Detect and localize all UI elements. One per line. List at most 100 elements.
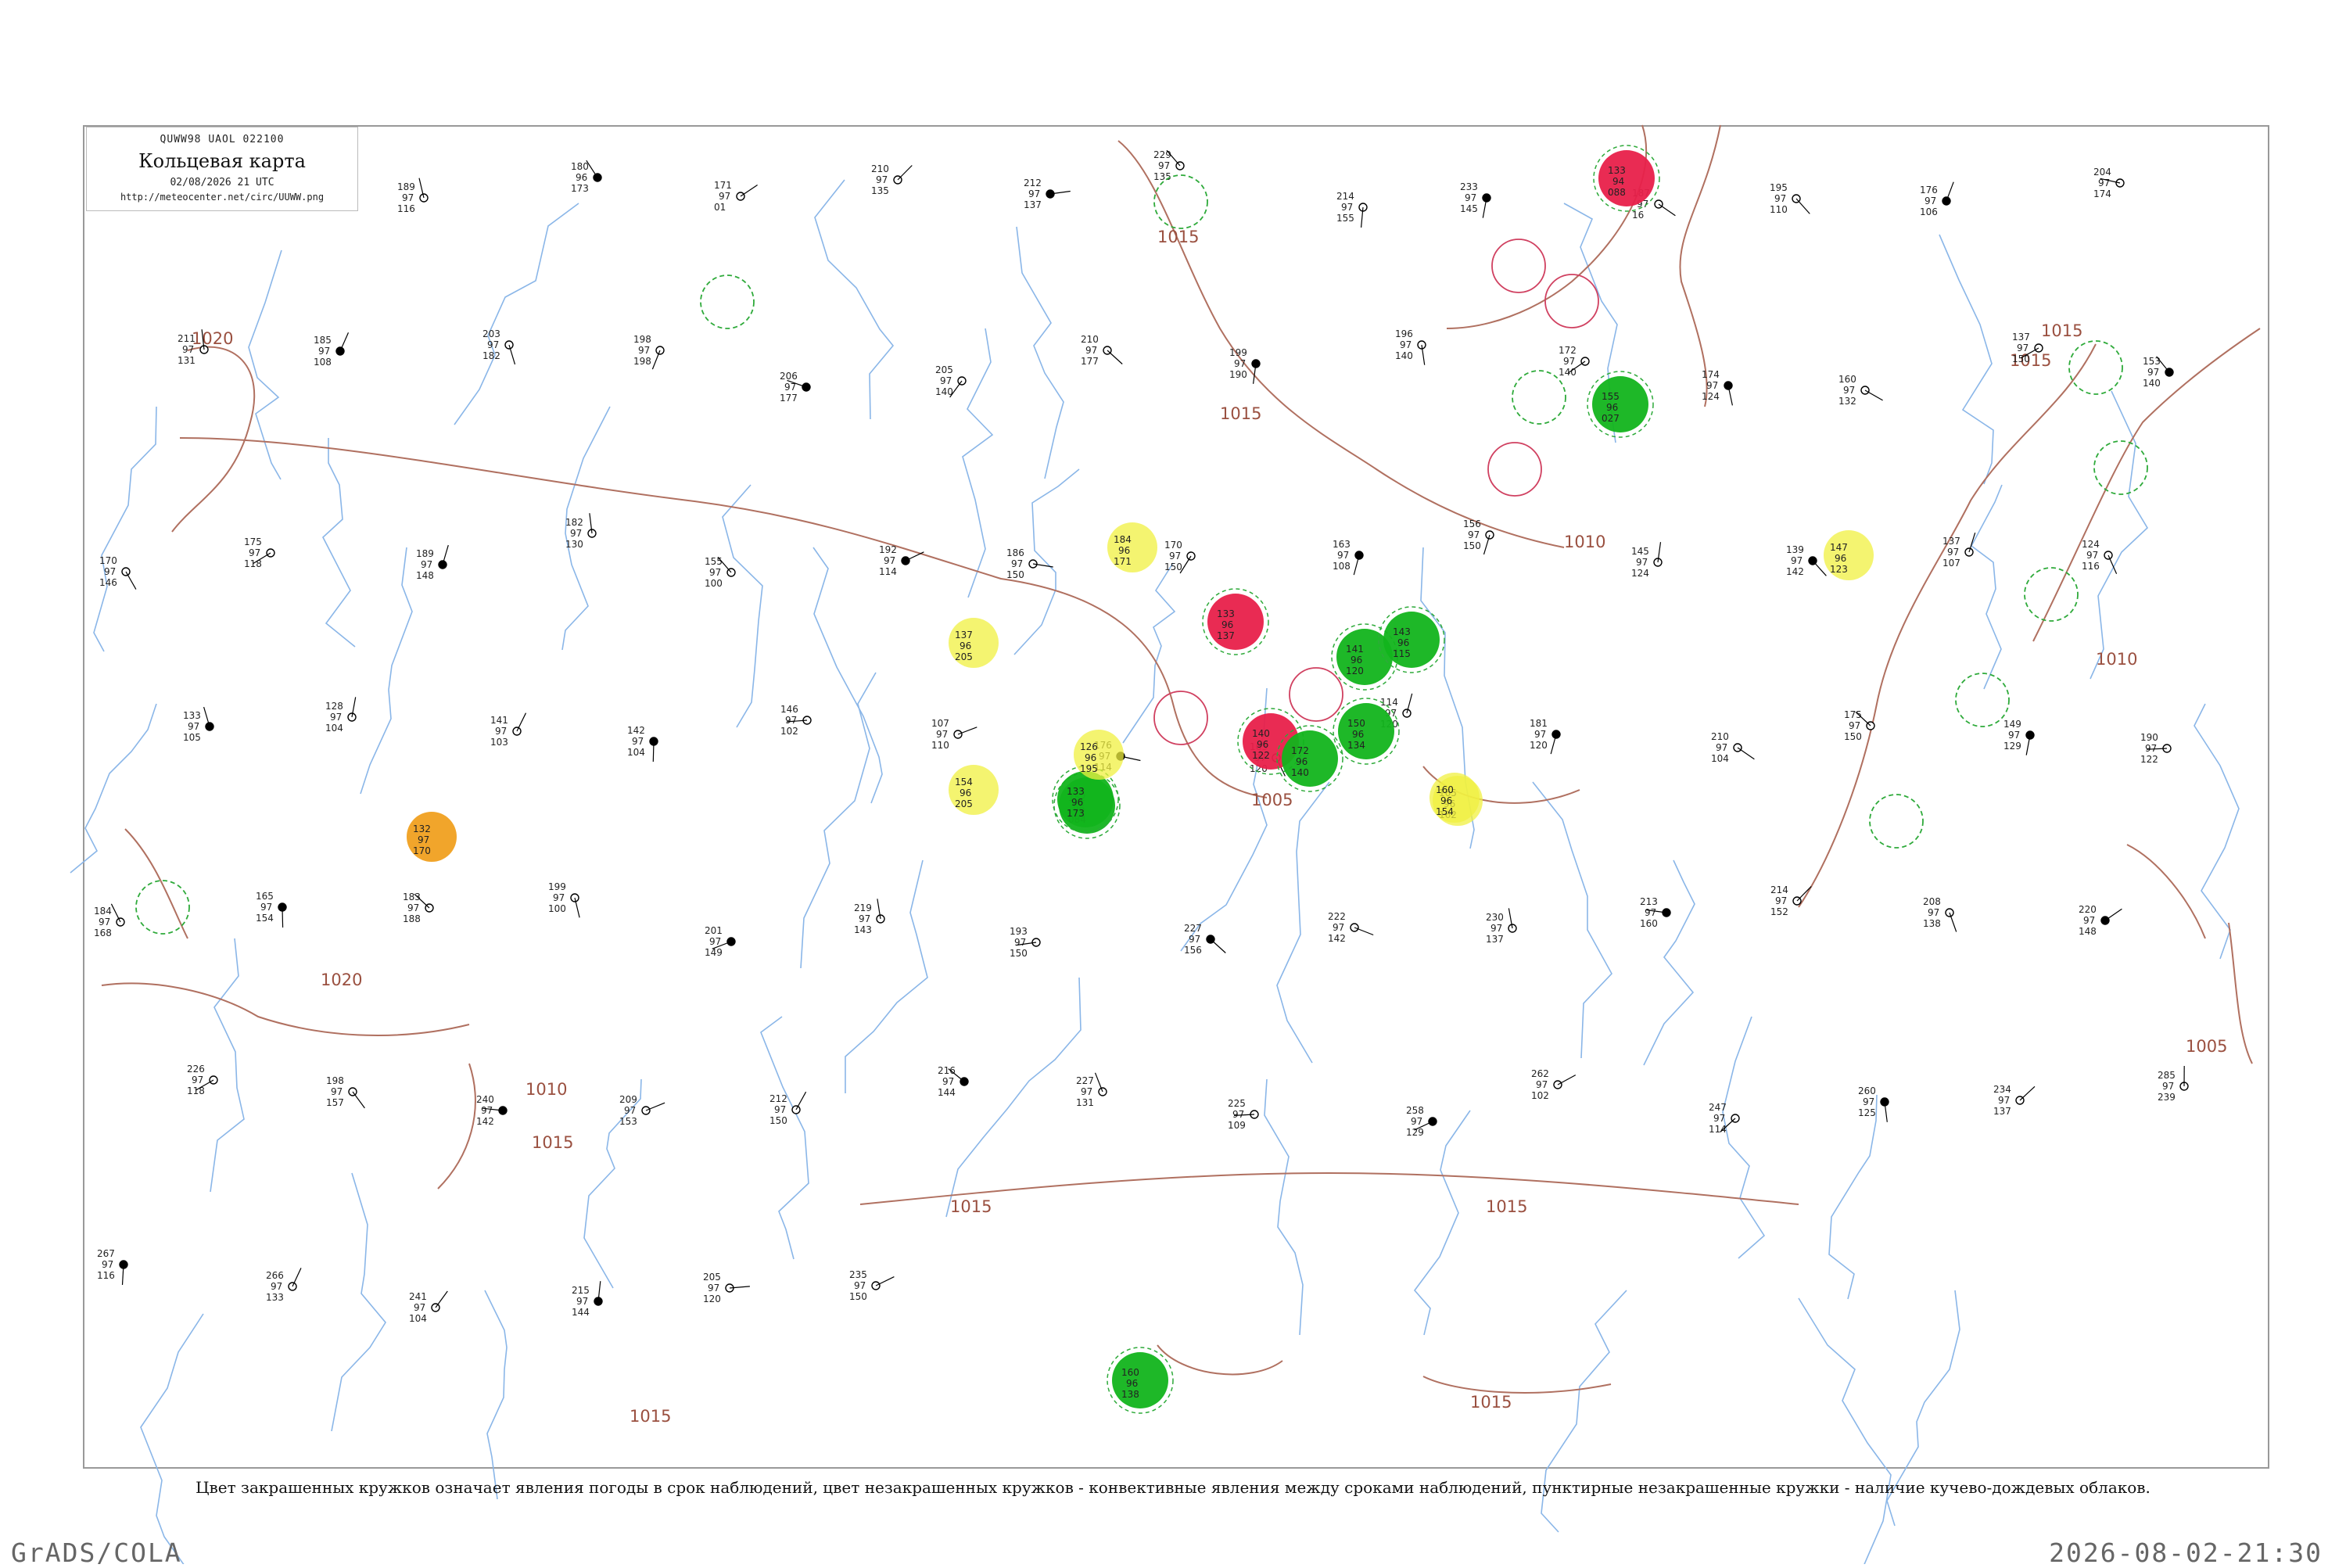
station-dew: 97 — [854, 1280, 866, 1291]
station-pressure: 102 — [780, 726, 798, 737]
rain-circle — [1282, 730, 1338, 787]
station-temp: 128 — [325, 701, 343, 712]
station-dew: 97 — [481, 1105, 493, 1116]
station-pressure: 177 — [1081, 356, 1099, 367]
phen-dew: 96 — [960, 640, 971, 651]
station-dew: 97 — [1400, 339, 1412, 350]
fog-phenomenon[interactable]: 14796123 — [1824, 530, 1874, 580]
station-temp: 222 — [1328, 911, 1346, 922]
station-temp: 212 — [1024, 178, 1042, 188]
station-pressure: 150 — [1006, 569, 1024, 580]
phen-temp: 160 — [1436, 784, 1454, 795]
station-dew: 97 — [785, 715, 797, 726]
station-dew: 97 — [2017, 343, 2029, 353]
station-pressure: 124 — [1631, 568, 1649, 579]
station-temp: 262 — [1531, 1068, 1549, 1079]
phen-pressure: 122 — [1252, 750, 1270, 761]
station-temp: 241 — [409, 1291, 427, 1302]
station-temp: 137 — [1942, 536, 1960, 547]
station-temp: 185 — [314, 335, 332, 346]
station-pressure: 120 — [703, 1294, 721, 1304]
isobar-label: 1010 — [526, 1080, 567, 1099]
station-dew: 97 — [709, 567, 721, 578]
phen-dew: 96 — [1351, 655, 1362, 666]
phen-pressure: 088 — [1608, 187, 1626, 198]
phen-dew: 94 — [1612, 176, 1624, 187]
station-temp: 114 — [1380, 697, 1398, 708]
station-pressure: 106 — [1920, 206, 1938, 217]
station-dew: 97 — [2147, 367, 2159, 378]
bulletin-code: QUWW98 UAOL 022100 — [87, 134, 357, 145]
fog-phenomenon[interactable]: 13796205 — [949, 618, 999, 668]
station-dew: 97 — [624, 1105, 636, 1116]
station-dew: 97 — [1011, 558, 1023, 569]
station-temp: 219 — [854, 902, 872, 913]
station-dew: 97 — [99, 917, 110, 928]
phen-dew: 96 — [1126, 1378, 1138, 1389]
fog-phenomenon[interactable]: 12696195 — [1074, 730, 1124, 780]
fog-phenomenon[interactable]: 18496171 — [1107, 522, 1157, 572]
station-pressure: 130 — [565, 539, 583, 550]
station-dew: 97 — [1534, 729, 1546, 740]
station-pressure: 190 — [1229, 369, 1247, 380]
station-pressure: 102 — [1531, 1090, 1549, 1101]
rain-circle — [1383, 612, 1440, 668]
station-dew: 97 — [2086, 550, 2098, 561]
isobar-label: 1010 — [2096, 650, 2137, 669]
station-pressure: 114 — [879, 566, 897, 577]
station-pressure: 144 — [938, 1087, 956, 1098]
station-temp: 149 — [2003, 719, 2021, 730]
station-pressure: 144 — [572, 1307, 590, 1318]
phen-pressure: 137 — [1217, 630, 1235, 641]
station-temp: 229 — [1153, 149, 1171, 160]
station-temp: 184 — [94, 906, 112, 917]
station-dew: 97 — [1775, 895, 1787, 906]
station-dew: 97 — [1536, 1079, 1548, 1090]
station-dew: 97 — [1234, 358, 1246, 369]
phen-dew: 96 — [1296, 756, 1308, 767]
station-dew: 96 — [576, 172, 587, 183]
station-dew: 97 — [576, 1296, 588, 1307]
station-temp: 203 — [482, 328, 500, 339]
phen-pressure: 171 — [1114, 556, 1132, 567]
station-pressure: 153 — [619, 1116, 637, 1127]
station-temp: 230 — [1486, 912, 1504, 923]
station-pressure: 188 — [403, 913, 421, 924]
station-temp: 196 — [1395, 328, 1413, 339]
source-url[interactable]: http://meteocenter.net/circ/UUWW.png — [87, 192, 357, 203]
station-temp: 210 — [1711, 731, 1729, 742]
station-dew: 97 — [1563, 356, 1575, 367]
station-temp: 175 — [244, 536, 262, 547]
station-pressure: 124 — [1702, 391, 1720, 402]
phen-dew: 96 — [1440, 795, 1452, 806]
station-dew: 97 — [2008, 730, 2020, 741]
station-dew: 97 — [330, 712, 342, 723]
station-pressure: 133 — [266, 1292, 284, 1303]
station-pressure: 156 — [1184, 945, 1202, 956]
station-pressure: 148 — [2079, 926, 2097, 937]
phen-dew: 96 — [1606, 402, 1618, 413]
haze-phenomenon[interactable]: 13297170 — [407, 812, 457, 862]
station-pressure: 148 — [416, 570, 434, 581]
station-temp: 206 — [780, 371, 798, 382]
station-pressure: 142 — [476, 1116, 494, 1127]
station-pressure: 140 — [2143, 378, 2161, 389]
station-pressure: 104 — [325, 723, 343, 734]
station-temp: 160 — [1838, 374, 1856, 385]
thunder-circle — [1207, 594, 1264, 650]
station-temp: 192 — [879, 544, 897, 555]
station-temp: 189 — [397, 181, 415, 192]
station-temp: 216 — [938, 1065, 956, 1076]
station-pressure: 137 — [1993, 1106, 2011, 1117]
fog-phenomenon[interactable]: 16096154 — [1429, 773, 1480, 823]
fog-phenomenon[interactable]: 15496205 — [949, 765, 999, 815]
station-pressure: 138 — [1923, 918, 1941, 929]
station-pressure: 150 — [1463, 540, 1481, 551]
station-pressure: 142 — [1328, 933, 1346, 944]
station-dew: 97 — [876, 174, 888, 185]
station-temp: 205 — [935, 364, 953, 375]
station-temp: 181 — [1530, 718, 1548, 729]
station-temp: 226 — [187, 1064, 205, 1075]
station-dew: 97 — [1645, 907, 1656, 918]
phen-dew: 96 — [1257, 739, 1268, 750]
